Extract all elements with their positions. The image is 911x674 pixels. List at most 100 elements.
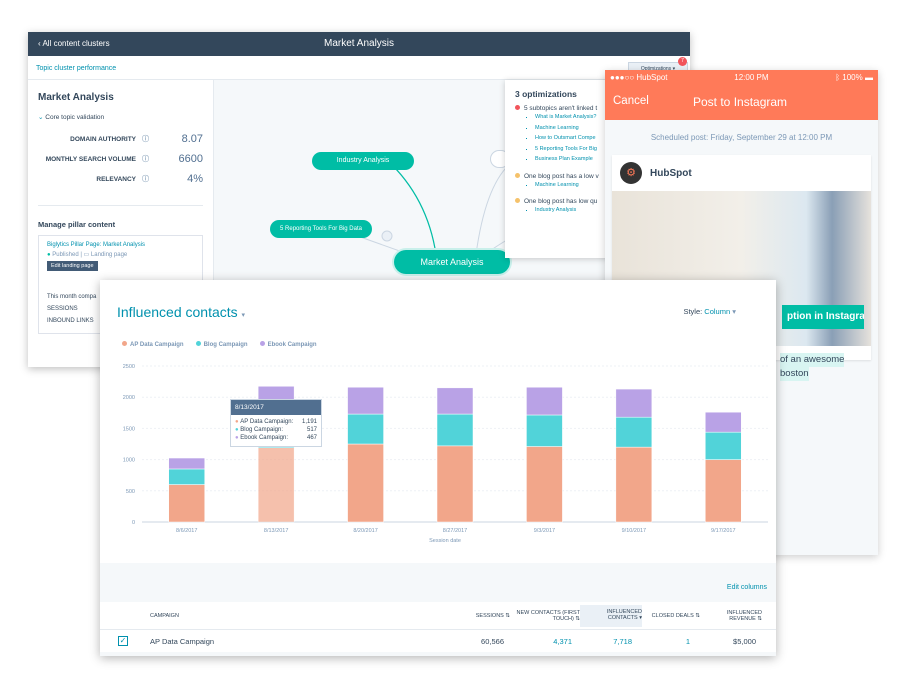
legend-label: AP Data Campaign [130,342,184,348]
published-dot-icon: ● [47,252,51,258]
tooltip-label: AP Data Campaign: [240,419,294,425]
panel-title: Market Analysis [38,92,114,103]
bar-segment [436,445,474,523]
bar-segment [526,446,563,523]
header-label: NEW CONTACTS (FIRST TOUCH) [516,609,580,622]
revenue-value: $5,000 [733,636,756,646]
style-selector[interactable]: Style: Column ▾ [683,307,736,316]
table-row: ✓ AP Data Campaign 60,566 4,371 7,718 1 … [100,630,776,652]
optimization-item: One blog post has low qu Industry Analys… [515,198,600,216]
metric-value: 8.07 [181,133,203,145]
tooltip-label: Blog Campaign: [240,427,283,433]
bar-segment [436,413,474,447]
info-icon[interactable]: ⓘ [142,154,149,164]
bar-segment [168,457,205,470]
tooltip-label: Ebook Campaign: [240,435,288,441]
y-tick-label: 2000 [123,395,135,401]
edit-columns-link[interactable]: Edit columns [727,584,767,591]
legend-item[interactable]: Blog Campaign [195,341,248,348]
tooltip-value: 1,191 [301,419,317,425]
tooltip-value: 467 [306,435,317,441]
header-label: SESSIONS [475,612,504,619]
chart-tooltip: 8/13/2017 ● AP Data Campaign: 1,191 ● Blo… [230,399,322,447]
campaign-table: CAMPAIGN SESSIONS ⇅ NEW CONTACTS (FIRST … [100,602,776,652]
legend-dot-icon [259,341,265,346]
x-axis-label: Session date [429,538,461,544]
optimization-link[interactable]: How to Outsmart Compe [535,133,600,144]
info-icon[interactable]: ⓘ [142,174,149,184]
y-tick-label: 1500 [123,426,135,432]
x-tick-label: 8/6/2017 [176,528,197,534]
optimization-link[interactable]: Industry Analysis [535,205,600,216]
status-bar: ●●●○○ HubSpot 12:00 PM ᛒ 100% ▬ [605,70,878,85]
page-type: Landing page [90,252,128,258]
y-tick-label: 500 [126,489,135,495]
carrier: ●●●○○ HubSpot [610,73,668,82]
topic-cluster-performance-link[interactable]: Topic cluster performance [28,56,690,80]
bar-segment [526,414,563,447]
tooltip-row: ● Ebook Campaign: 467 [231,434,321,442]
optimizations-panel: 3 optimizations 5 subtopics aren't linke… [505,80,610,258]
caret-down-icon: ▾ [732,307,736,316]
legend-item[interactable]: AP Data Campaign [122,341,184,348]
battery-icon: ▬ [864,73,873,82]
node-reporting-tools[interactable]: 5 Reporting Tools For Big Data [270,220,372,238]
row-checkbox[interactable]: ✓ [100,636,150,646]
bar-segment [705,459,742,523]
chart-legend: AP Data Campaign Blog Campaign Ebook Campa… [122,341,317,348]
legend-item[interactable]: Ebook Campaign [259,341,317,348]
column-sessions[interactable]: SESSIONS ⇅ [450,613,510,619]
node-market-analysis[interactable]: Market Analysis [394,250,510,274]
column-new-contacts[interactable]: NEW CONTACTS (FIRST TOUCH) ⇅ [510,610,580,622]
caret-down-icon: ▾ [241,312,246,319]
optimization-item: One blog post has a low v Machine Learni… [515,172,600,191]
optimization-link[interactable]: Machine Learning [535,123,600,134]
sessions-value: 60,566 [481,636,504,646]
caption-text: of an awesome boston [780,353,845,381]
column-campaign[interactable]: CAMPAIGN [150,613,450,619]
edit-landing-page-button[interactable]: Edit landing page [47,261,98,271]
influenced-contacts-link[interactable]: 7,718 [580,637,642,646]
x-tick-label: 9/3/2017 [534,528,555,534]
style-label: Style: [683,307,703,316]
alert-dot-icon [515,105,520,110]
optimization-link[interactable]: 5 Reporting Tools For Big [535,144,600,155]
hubspot-logo-avatar: ⚙ [620,162,642,184]
report-title-dropdown[interactable]: Influenced contacts ▾ [117,304,245,320]
column-closed-deals[interactable]: CLOSED DEALS ⇅ [642,613,700,619]
status-text: Published [52,252,79,258]
closed-deals-link[interactable]: 1 [642,637,700,646]
stacked-column-chart: 0 500 1000 1500 2000 2500 8/6/2017 8/13/2017 8/2… [123,364,768,544]
pillar-link[interactable]: Biglytics Pillar Page: Market Analysis [47,242,194,248]
legend-dot-icon [122,341,127,346]
optimizations-title: 3 optimizations [515,89,577,99]
column-influenced-contacts[interactable]: INFLUENCED CONTACTS ▾ [580,604,642,627]
metric-value: 4% [187,173,203,185]
x-tick-label: 9/10/2017 [622,528,646,534]
header-label: INFLUENCED REVENUE [726,609,762,622]
column-influenced-revenue[interactable]: INFLUENCED REVENUE ⇅ [700,610,762,622]
optimizations-badge: 7 [678,57,687,66]
table-header: CAMPAIGN SESSIONS ⇅ NEW CONTACTS (FIRST … [100,602,776,630]
scheduled-text: Scheduled post: Friday, September 29 at … [650,133,833,142]
x-tick-label: 8/20/2017 [353,528,377,534]
optimization-link[interactable]: Machine Learning [535,180,600,191]
legend-label: Blog Campaign [203,342,248,348]
warning-dot-icon [515,172,520,178]
window-title: Market Analysis [323,38,395,49]
metric-monthly-search-volume: MONTHLY SEARCH VOLUME ⓘ 6600 [38,149,203,169]
optimization-link[interactable]: Business Plan Example [535,154,600,165]
node-industry-analysis[interactable]: Industry Analysis [312,152,414,170]
new-contacts-link[interactable]: 4,371 [510,637,580,646]
info-icon[interactable]: ⓘ [142,134,149,144]
core-topic-toggle[interactable]: ⌄ Core topic validation [38,113,203,121]
bar-segment [257,447,295,523]
section-label: Core topic validation [45,114,105,121]
caption-line: boston [780,367,809,381]
optimization-link[interactable]: What is Market Analysis? [535,112,600,123]
x-tick-label: 8/13/2017 [264,528,288,534]
bar-segment [347,413,384,445]
metric-label: MONTHLY SEARCH VOLUME [45,155,136,163]
cancel-button[interactable]: Cancel [613,95,649,107]
optimization-text: One blog post has a low v [524,172,599,180]
